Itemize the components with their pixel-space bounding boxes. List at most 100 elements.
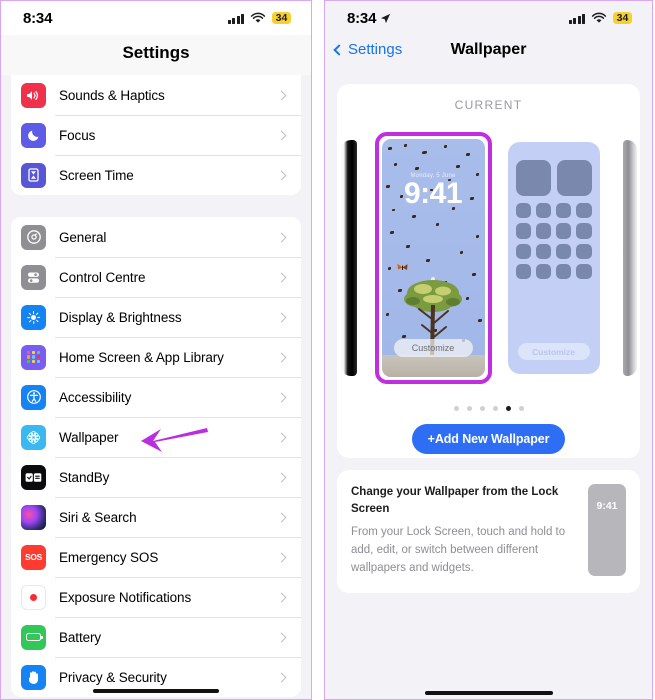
tip-phone-clock: 9:41 (596, 500, 618, 512)
sidebar-item-label: Home Screen & App Library (59, 349, 224, 365)
wifi-icon (250, 12, 266, 23)
sidebar-item-control-centre[interactable]: Control Centre (11, 257, 301, 297)
sidebar-item-screen-time[interactable]: Screen Time (11, 155, 301, 195)
add-new-wallpaper-button[interactable]: +Add New Wallpaper (411, 424, 566, 454)
chevron-right-icon (276, 672, 287, 682)
sidebar-item-label: StandBy (59, 469, 110, 485)
sidebar-item-standby[interactable]: StandBy (11, 457, 301, 497)
siri-orb-icon (21, 504, 46, 530)
home-screen-preview-wrap[interactable]: Customize (505, 139, 603, 377)
status-bar-left-group: 8:34 (23, 10, 52, 27)
next-wallpaper-edge[interactable] (623, 140, 637, 376)
status-bar-right-group: 34 (227, 11, 291, 25)
cellular-bars-icon (227, 13, 244, 24)
settings-group-2: General Control Centre Display & Brightn… (11, 217, 301, 697)
sidebar-item-label: Focus (59, 127, 96, 143)
home-indicator (424, 690, 553, 695)
chevron-right-icon (276, 352, 287, 362)
back-button[interactable]: Settings (333, 41, 403, 58)
previous-wallpaper-edge[interactable] (341, 140, 357, 376)
settings-scroll[interactable]: Sounds & Haptics Focus Screen Time Gener… (1, 75, 311, 699)
exposure-icon (21, 584, 46, 610)
chevron-right-icon (276, 170, 287, 180)
carousel-pagination[interactable] (337, 406, 640, 411)
pagination-dot[interactable] (466, 406, 472, 411)
sidebar-item-home-screen-app-library[interactable]: Home Screen & App Library (11, 337, 301, 377)
lock-screen-clock: 9:41 (403, 177, 463, 210)
tip-title: Change your Wallpaper from the Lock Scre… (351, 486, 559, 516)
sliders-icon (21, 264, 46, 290)
chevron-right-icon (276, 90, 287, 100)
chevron-right-icon (276, 312, 287, 322)
pagination-dot[interactable] (492, 406, 498, 411)
pagination-dot[interactable] (453, 406, 459, 411)
sidebar-item-label: Control Centre (59, 269, 146, 285)
wifi-icon (591, 12, 607, 23)
speaker-icon (21, 82, 46, 108)
chevron-right-icon (276, 552, 287, 562)
pagination-dot[interactable] (518, 406, 524, 411)
sidebar-item-label: Display & Brightness (59, 309, 182, 325)
chevron-right-icon (276, 472, 287, 482)
wallpaper-panel: 8:34 34 Settings Wallpaper CURRENT Monda… (324, 0, 653, 700)
sidebar-item-label: Emergency SOS (59, 549, 159, 565)
preview-pair: Monday, 5 June 9:41 Customize Customize (374, 132, 603, 384)
status-time: 8:34 (347, 9, 377, 27)
wallpaper-carousel[interactable]: Monday, 5 June 9:41 Customize Customize (337, 124, 640, 392)
status-bar-left: 8:34 34 (1, 1, 311, 35)
settings-panel: 8:34 34 Settings Sounds & Haptics Focus … (0, 0, 312, 700)
chevron-right-icon (276, 232, 287, 242)
cellular-bars-icon (568, 13, 585, 24)
lock-screen-preview-highlight[interactable]: Monday, 5 June 9:41 Customize (374, 132, 492, 384)
flower-icon (21, 424, 46, 450)
sidebar-item-exposure-notifications[interactable]: Exposure Notifications (11, 577, 301, 617)
sidebar-item-battery[interactable]: Battery (11, 617, 301, 657)
battery-badge: 34 (272, 11, 291, 25)
settings-group-1: Sounds & Haptics Focus Screen Time (11, 75, 301, 195)
sidebar-item-display-brightness[interactable]: Display & Brightness (11, 297, 301, 337)
hourglass-icon (21, 162, 46, 188)
back-button-label: Settings (348, 41, 403, 58)
chevron-right-icon (276, 392, 287, 402)
chevron-right-icon (276, 130, 287, 140)
screenshot-stage: 8:34 34 Settings Sounds & Haptics Focus … (0, 0, 655, 700)
panel-divider (312, 0, 324, 700)
sidebar-item-label: Battery (59, 629, 102, 645)
sidebar-item-label: Privacy & Security (59, 669, 167, 685)
status-time: 8:34 (23, 9, 53, 27)
sun-glyph (27, 310, 41, 324)
app-grid-icon (21, 344, 46, 370)
sidebar-item-sounds-haptics[interactable]: Sounds & Haptics (11, 75, 301, 115)
sidebar-item-emergency-sos[interactable]: SOS Emergency SOS (11, 537, 301, 577)
battery-glyph (26, 633, 43, 641)
sidebar-item-accessibility[interactable]: Accessibility (11, 377, 301, 417)
chevron-right-icon (276, 632, 287, 642)
tip-text-block: Change your Wallpaper from the Lock Scre… (351, 484, 576, 577)
accessibility-icon (21, 384, 46, 410)
pagination-dot[interactable] (479, 406, 485, 411)
location-arrow-icon (381, 13, 391, 23)
sidebar-item-siri-search[interactable]: Siri & Search (11, 497, 301, 537)
lock-customize-button[interactable]: Customize (393, 339, 473, 357)
home-indicator (93, 688, 219, 693)
sidebar-item-wallpaper[interactable]: Wallpaper (11, 417, 301, 457)
exposure-dot-glyph (30, 593, 37, 601)
tip-phone-illustration: 9:41 (588, 484, 626, 576)
page-title: Settings (1, 35, 311, 77)
pagination-dot-active[interactable] (505, 406, 511, 411)
sidebar-item-label: Wallpaper (59, 429, 119, 445)
sidebar-item-label: Screen Time (59, 167, 134, 183)
chevron-right-icon (276, 272, 287, 282)
home-screen-preview[interactable]: Customize (507, 142, 600, 374)
home-app-grid (508, 196, 600, 279)
home-customize-button[interactable]: Customize (517, 343, 590, 360)
brightness-icon (21, 304, 46, 330)
lock-screen-ground (381, 355, 485, 377)
status-bar-right: 8:34 34 (325, 1, 652, 35)
sidebar-item-focus[interactable]: Focus (11, 115, 301, 155)
gear-icon (21, 224, 46, 250)
sidebar-item-label: General (59, 229, 107, 245)
lock-screen-preview[interactable]: Monday, 5 June 9:41 Customize (381, 139, 485, 377)
sidebar-item-general[interactable]: General (11, 217, 301, 257)
